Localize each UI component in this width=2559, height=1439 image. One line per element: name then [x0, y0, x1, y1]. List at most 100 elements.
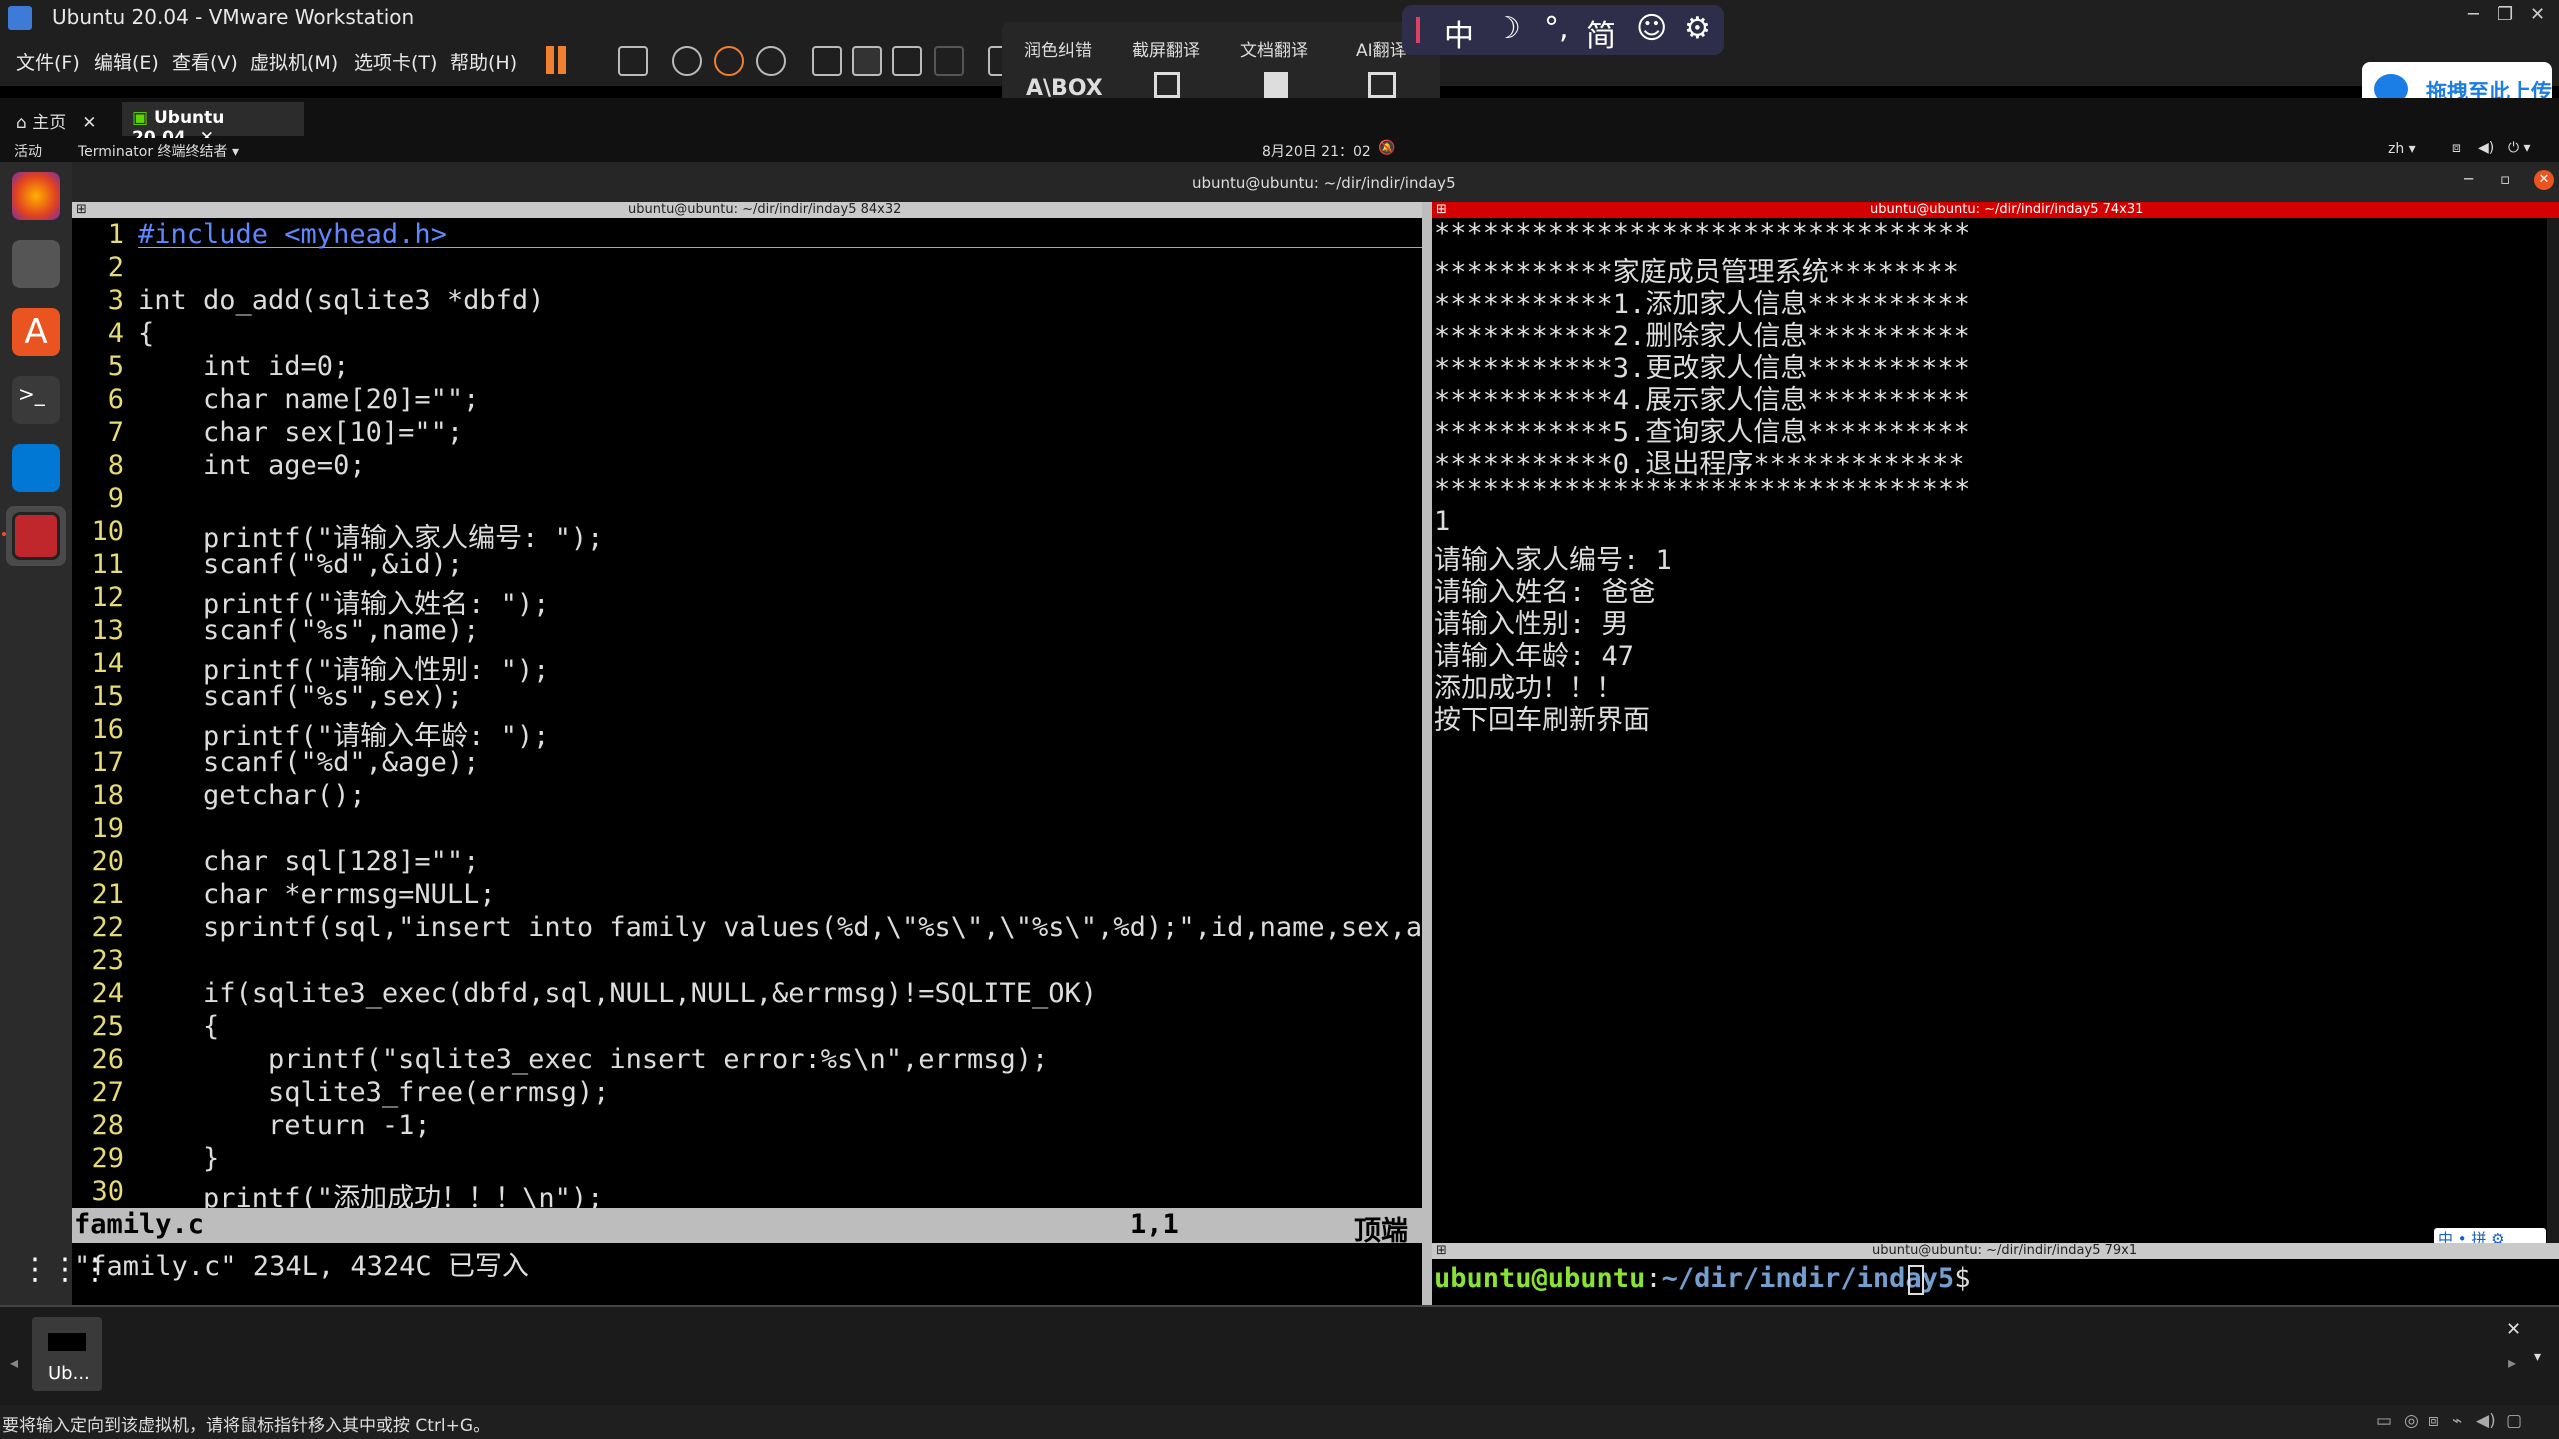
pane-grid-icon[interactable]: ⊞	[1436, 1243, 1447, 1258]
vim-cmdline[interactable]: "family.c" 234L, 4324C 已写入	[72, 1243, 1422, 1305]
term-maximize-button[interactable]: ▫	[2500, 170, 2510, 188]
pause-icon[interactable]	[546, 46, 554, 74]
menu-vm[interactable]: 虚拟机(M)	[250, 48, 338, 75]
volume-icon[interactable]: ◀)	[2478, 140, 2494, 156]
network-icon[interactable]: ⧈	[2452, 140, 2461, 156]
terminator-titlebar: ubuntu@ubuntu: ~/dir/indir/inday5 ─ ▫ ✕	[72, 162, 2559, 202]
cmdline-message: "family.c" 234L, 4324C 已写入	[74, 1251, 529, 1282]
punctuation-icon[interactable]: °,	[1544, 11, 1569, 46]
terminal-icon[interactable]: >_	[12, 376, 60, 424]
code-line: 11 scanf("%d",&id);	[91, 549, 464, 580]
tab-ubuntu[interactable]: ▣ Ubuntu 20.04✕	[122, 102, 304, 148]
output-line: *********************************	[1434, 474, 1971, 505]
term-close-button[interactable]: ✕	[2534, 170, 2554, 190]
menu-view[interactable]: 查看(V)	[172, 48, 238, 75]
running-indicator	[2, 532, 6, 536]
device-display-icon[interactable]: ▢	[2506, 1411, 2522, 1431]
device-sound-icon[interactable]: ◀)	[2476, 1411, 2496, 1431]
polish-label[interactable]: 润色纠错	[1024, 36, 1092, 61]
restore-button[interactable]: ❐	[2497, 4, 2513, 25]
revert-snapshot-icon[interactable]	[714, 46, 744, 76]
input-source-menu[interactable]: zh ▾	[2388, 141, 2416, 157]
close-panel-icon[interactable]: ✕	[2506, 1319, 2521, 1340]
scroll-right-icon[interactable]: ▸	[2508, 1353, 2516, 1372]
document-icon[interactable]	[1264, 72, 1288, 100]
code-line: 16 printf("请输入年龄: ");	[91, 714, 550, 752]
code-line: 2	[107, 252, 124, 283]
device-cd-icon[interactable]: ◎	[2404, 1411, 2419, 1431]
code-line: 3 int do_add(sqlite3 *dbfd)	[107, 285, 545, 316]
settings-icon[interactable]: ⚙	[1684, 11, 1711, 46]
panel-menu-icon[interactable]: ▾	[2534, 1349, 2541, 1365]
right-pane-title: ubuntu@ubuntu: ~/dir/indir/inday5 74x31	[1870, 202, 2144, 217]
close-tab-icon[interactable]: ✕	[82, 113, 96, 133]
thumbnail-icon[interactable]	[852, 46, 882, 76]
pane-grid-icon[interactable]: ⊞	[76, 202, 87, 217]
code-line: 18 getchar();	[91, 780, 366, 811]
terminator-icon[interactable]	[12, 512, 60, 560]
power-icon[interactable]: ⏻ ▾	[2508, 140, 2531, 156]
fullscreen-icon[interactable]	[892, 46, 922, 76]
code-line: 12 printf("请输入姓名: ");	[91, 582, 550, 620]
clock[interactable]: 8月20日 21：02	[1262, 141, 1371, 161]
moon-icon[interactable]: ☽	[1494, 11, 1521, 46]
menu-tabs[interactable]: 选项卡(T)	[354, 48, 437, 75]
bottom-pane-title: ubuntu@ubuntu: ~/dir/indir/inday5 79x1	[1872, 1243, 2138, 1258]
emoji-icon[interactable]: ☺	[1636, 11, 1667, 46]
send-ctrl-alt-del-icon[interactable]	[618, 46, 648, 76]
code-line: 30 printf("添加成功！！！\n");	[91, 1176, 604, 1208]
vim-editor[interactable]: 1 #include <myhead.h> 2 3 int do_add(sqlit…	[72, 218, 1422, 1208]
library-icon[interactable]	[812, 46, 842, 76]
left-pane-title: ubuntu@ubuntu: ~/dir/indir/inday5 84x32	[628, 202, 902, 217]
minimize-button[interactable]: ─	[2468, 4, 2479, 25]
right-terminal[interactable]: ********************************* ******…	[1432, 218, 2547, 1250]
bottom-terminal[interactable]: ubuntu@ubuntu:~/dir/indir/inday5$	[1432, 1259, 2559, 1305]
code-line: 6 char name[20]="";	[107, 384, 480, 415]
pause-icon-bar	[558, 46, 566, 74]
menu-file[interactable]: 文件(F)	[16, 48, 80, 75]
gnome-top-bar: 活动 Terminator 终端终结者 ▾ 8月20日 21：02 🔕 zh ▾…	[0, 138, 2559, 162]
snapshot-manager-icon[interactable]	[756, 46, 786, 76]
tab-home[interactable]: ⌂ 主页 ✕	[6, 102, 114, 136]
files-icon[interactable]	[12, 240, 60, 288]
firefox-icon[interactable]	[12, 172, 60, 220]
doc-translate-label[interactable]: 文档翻译	[1240, 36, 1308, 61]
code-line: 20 char sql[128]="";	[91, 846, 480, 877]
thumbnail-label: Ub...	[48, 1363, 90, 1384]
left-pane-header: ⊞ ubuntu@ubuntu: ~/dir/indir/inday5 84x3…	[72, 202, 1422, 218]
code-line: 5 int id=0;	[107, 351, 350, 382]
window-title: Ubuntu 20.04 - VMware Workstation	[52, 5, 415, 29]
device-hdd-icon[interactable]: ▭	[2376, 1411, 2392, 1431]
vscode-icon[interactable]	[12, 444, 60, 492]
ime-chinese-toggle[interactable]: 中	[1444, 11, 1474, 55]
device-network-icon[interactable]: ⧈	[2428, 1411, 2439, 1431]
status-filename: family.c	[74, 1209, 205, 1240]
ai-translate-label[interactable]: AI翻译	[1356, 36, 1407, 61]
menu-help[interactable]: 帮助(H)	[450, 48, 517, 75]
pane-grid-icon[interactable]: ⊞	[1436, 202, 1447, 217]
ai-icon[interactable]	[1368, 72, 1396, 98]
code-line: 4{	[107, 318, 155, 349]
status-bar: 要将输入定向到该虚拟机，请将鼠标指针移入其中或按 Ctrl+G。 ▭ ◎ ⧈ ⌁…	[0, 1405, 2559, 1439]
notification-muted-icon[interactable]: 🔕	[1378, 140, 1395, 156]
code-line: 17 scanf("%d",&age);	[91, 747, 480, 778]
screenshot-translate-label[interactable]: 截屏翻译	[1132, 36, 1200, 61]
activities-button[interactable]: 活动	[14, 141, 42, 161]
vm-thumbnail[interactable]: Ub...	[32, 1317, 102, 1391]
term-minimize-button[interactable]: ─	[2464, 170, 2473, 188]
right-scrollbar[interactable]	[2547, 218, 2559, 1243]
device-usb-icon[interactable]: ⌁	[2452, 1411, 2462, 1431]
snapshot-icon[interactable]	[672, 46, 702, 76]
software-center-icon[interactable]: A	[12, 308, 60, 356]
close-button[interactable]: ✕	[2530, 4, 2545, 25]
status-position: 1,1	[1130, 1209, 1179, 1240]
ubuntu-dock: A >_ ⋮⋮⋮	[0, 162, 110, 1306]
menu-edit[interactable]: 编辑(E)	[94, 48, 159, 75]
app-menu[interactable]: Terminator 终端终结者 ▾	[78, 141, 239, 161]
pane-splitter[interactable]	[1422, 202, 1432, 1305]
unity-icon[interactable]	[934, 46, 964, 76]
ime-drag-handle[interactable]	[1416, 17, 1420, 43]
crop-icon[interactable]	[1154, 72, 1180, 98]
scroll-left-icon[interactable]: ◂	[10, 1353, 18, 1372]
simplified-toggle[interactable]: 简	[1586, 11, 1616, 55]
